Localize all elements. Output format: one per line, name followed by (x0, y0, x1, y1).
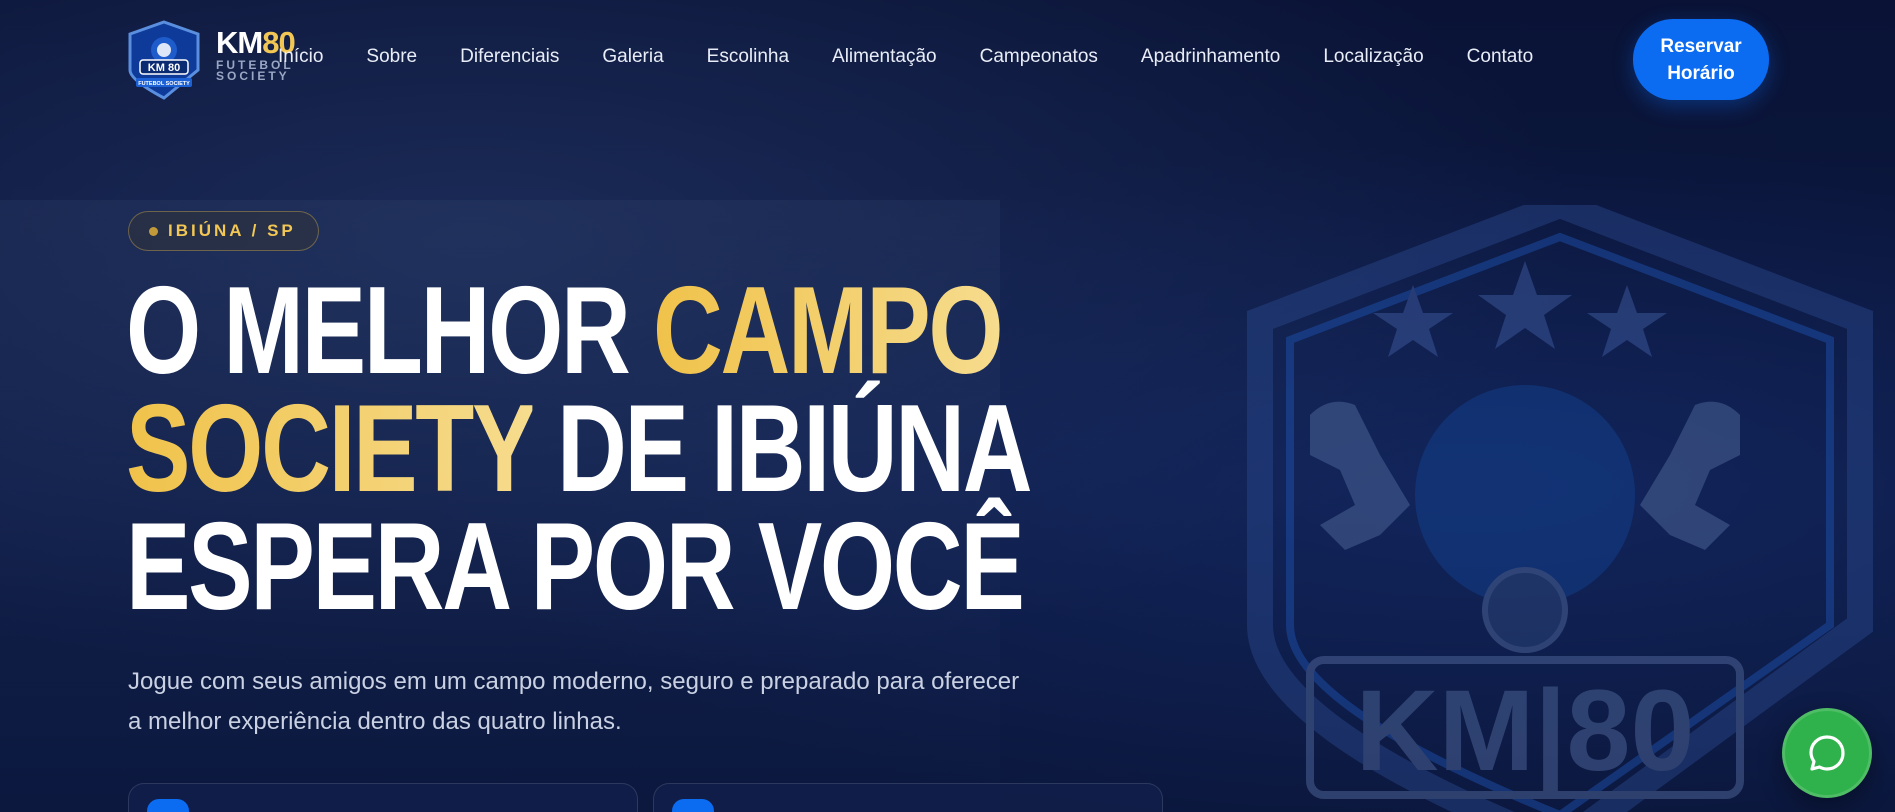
nav-diferenciais[interactable]: Diferenciais (460, 46, 559, 68)
nav-apadrinhamento[interactable]: Apadrinhamento (1141, 46, 1280, 68)
feature-card-2 (653, 783, 1163, 812)
logo-sub-2: SOCIETY (216, 69, 290, 83)
location-text: IBIÚNA / SP (168, 221, 296, 240)
site-header: KM 80 FUTEBOL SOCIETY KM80 FUTEBOL SOCIE… (0, 0, 1895, 120)
hero-title-line-1: O MELHOR CAMPO (126, 262, 1004, 400)
brand-logo[interactable]: KM 80 FUTEBOL SOCIETY KM80 FUTEBOL SOCIE… (126, 20, 296, 100)
reserve-button-line2: Horário (1667, 62, 1735, 84)
crest-watermark: KM|80 (1247, 205, 1873, 812)
nav-inicio[interactable]: Início (278, 46, 323, 68)
feature-card-1 (128, 783, 638, 812)
hero-title-line-3: ESPERA POR VOCÊ (126, 498, 1025, 636)
nav-sobre[interactable]: Sobre (366, 46, 417, 68)
nav-galeria[interactable]: Galeria (602, 46, 663, 68)
whatsapp-icon (1809, 735, 1845, 771)
nav-contato[interactable]: Contato (1467, 46, 1534, 68)
hero-title: O MELHOR CAMPO SOCIETY DE IBIÚNA ESPERA … (126, 262, 1033, 636)
svg-text:FUTEBOL SOCIETY: FUTEBOL SOCIETY (138, 81, 190, 87)
nav-campeonatos[interactable]: Campeonatos (980, 46, 1098, 68)
nav-localizacao[interactable]: Localização (1323, 46, 1423, 68)
hero-title-line-2: SOCIETY DE IBIÚNA (126, 380, 1033, 518)
svg-text:KM 80: KM 80 (148, 62, 180, 74)
logo-badge-icon: KM 80 FUTEBOL SOCIETY (128, 20, 200, 100)
reserve-button-line1: Reservar (1660, 35, 1742, 57)
main-nav: Início Sobre Diferenciais Galeria Escoli… (278, 46, 1576, 68)
dot-icon (149, 226, 158, 236)
whatsapp-button[interactable] (1782, 708, 1872, 798)
feature-icon-2 (672, 799, 714, 812)
location-badge: IBIÚNA / SP (128, 211, 319, 251)
reserve-button[interactable]: Reservar Horário (1633, 19, 1769, 100)
hero-description: Jogue com seus amigos em um campo modern… (128, 668, 1020, 735)
nav-alimentacao[interactable]: Alimentação (832, 46, 937, 68)
svg-text:KM|80: KM|80 (1356, 667, 1695, 796)
nav-escolinha[interactable]: Escolinha (707, 46, 789, 68)
feature-icon-1 (147, 799, 189, 812)
